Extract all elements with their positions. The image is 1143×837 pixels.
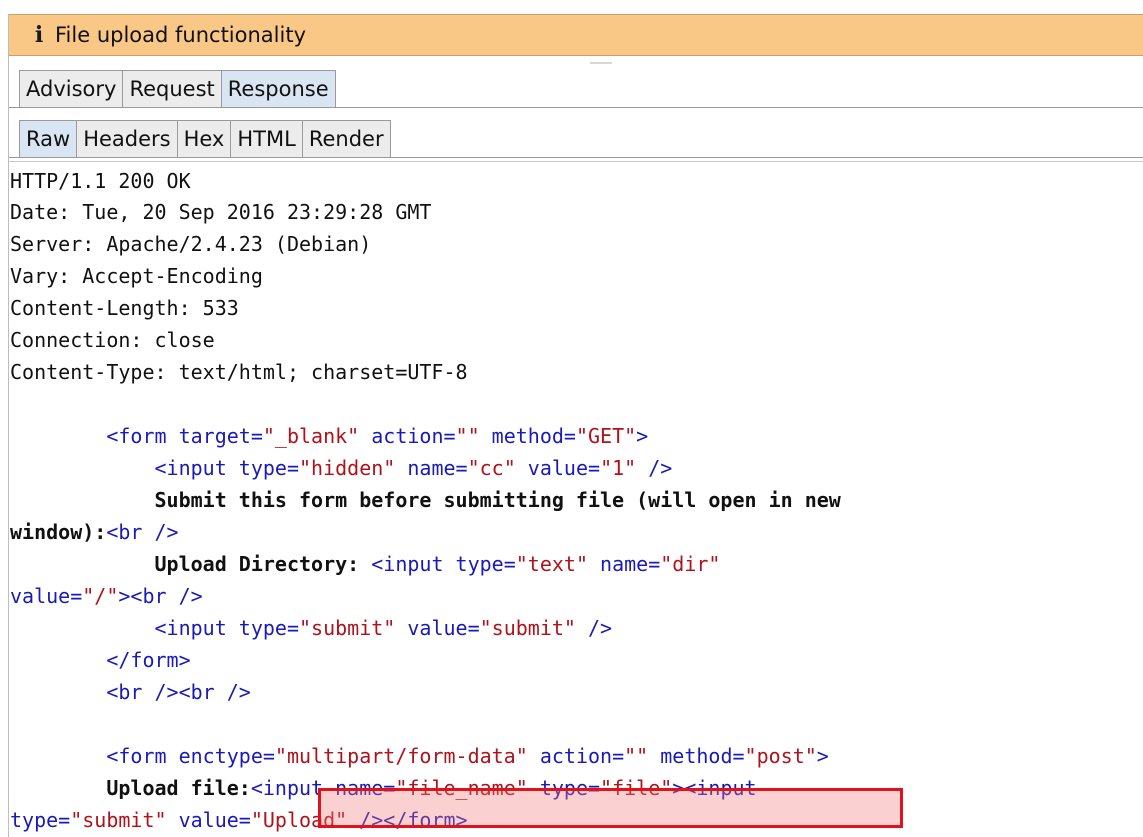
code-token: Upload file: (106, 776, 251, 800)
tab-render[interactable]: Render (301, 120, 391, 158)
code-token: window): (10, 520, 107, 544)
code-token: "/" (82, 584, 119, 608)
code-token: "submit" (479, 616, 576, 640)
top-sliver (0, 0, 1143, 8)
body-line: value="/"><br /> (10, 580, 1143, 612)
code-token: "submit" (70, 808, 167, 832)
tab-response[interactable]: Response (220, 70, 336, 108)
header-line: Content-Type: text/html; charset=UTF-8 (10, 360, 468, 384)
code-token: "1" (600, 456, 637, 480)
raw-response-text[interactable]: HTTP/1.1 200 OK Date: Tue, 20 Sep 2016 23… (10, 166, 1143, 837)
detail-tabs: Advisory Request Response (19, 70, 336, 108)
code-token: </form> (106, 648, 191, 672)
code-token: value= (395, 616, 480, 640)
view-tabs: Raw Headers Hex HTML Render (19, 120, 391, 158)
code-token: "GET" (575, 424, 637, 448)
body-line: window):<br /> (10, 516, 1143, 548)
code-token: <br /> (106, 520, 179, 544)
body-line: Submit this form before submitting file … (10, 484, 1143, 516)
code-token: name= (395, 456, 468, 480)
issue-title-bar: i File upload functionality (9, 14, 1143, 56)
tab-raw[interactable]: Raw (19, 120, 77, 158)
splitter-handle[interactable] (590, 62, 612, 64)
body-line: <form target="_blank" action="" method="… (10, 420, 1143, 452)
code-token: value= (515, 456, 601, 480)
tab-hex[interactable]: Hex (176, 120, 231, 158)
body-line (10, 388, 1143, 420)
code-token: "dir" (660, 552, 721, 576)
tab-html[interactable]: HTML (230, 120, 302, 158)
header-line: Date: Tue, 20 Sep 2016 23:29:28 GMT (10, 200, 432, 224)
code-token: <br /><br /> (106, 680, 251, 704)
header-line: Server: Apache/2.4.23 (Debian) (10, 232, 372, 256)
code-token: name= (588, 552, 661, 576)
tab-request[interactable]: Request (122, 70, 221, 108)
code-token: target= (178, 424, 263, 448)
code-token: action= (527, 744, 625, 768)
header-line: Vary: Accept-Encoding (10, 264, 263, 288)
tab-headers[interactable]: Headers (76, 120, 177, 158)
code-token: <input (154, 456, 239, 480)
code-token: type= (455, 552, 516, 576)
tab-divider (9, 157, 1143, 158)
code-token: method= (479, 424, 576, 448)
header-line: Content-Length: 533 (10, 296, 239, 320)
code-token: "" (455, 424, 480, 448)
code-token: value= (166, 808, 251, 832)
code-token: "hidden" (299, 456, 396, 480)
file-input-highlight (318, 788, 903, 828)
body-line: <input type="submit" value="submit" /> (10, 612, 1143, 644)
code-token: <form (106, 744, 179, 768)
code-token: "" (624, 744, 649, 768)
code-token: "_blank" (262, 424, 360, 448)
header-line: Connection: close (10, 328, 215, 352)
code-token: type= (238, 456, 300, 480)
code-token: <form (106, 424, 179, 448)
code-token: "text" (515, 552, 589, 576)
code-token: "cc" (467, 456, 516, 480)
tab-divider (9, 107, 1143, 108)
code-token: value= (10, 584, 83, 608)
code-token: /> (575, 616, 613, 640)
info-icon: i (34, 22, 44, 48)
code-token: ><br /> (118, 584, 203, 608)
code-token: /> (636, 456, 673, 480)
body-line: <input type="hidden" name="cc" value="1"… (10, 452, 1143, 484)
code-token: Upload Directory: (154, 552, 360, 576)
code-token: > (636, 424, 649, 448)
code-token: > (816, 744, 829, 768)
code-token: Submit this form before submitting file … (154, 488, 841, 512)
body-line: <br /><br /> (10, 676, 1143, 708)
tab-advisory[interactable]: Advisory (19, 70, 123, 108)
code-token: enctype= (178, 744, 275, 768)
issue-title: File upload functionality (55, 23, 306, 47)
code-token: <input (371, 552, 456, 576)
code-token: action= (359, 424, 456, 448)
body-line: Upload Directory: <input type="text" nam… (10, 548, 1143, 580)
body-line: <form enctype="multipart/form-data" acti… (10, 740, 1143, 772)
code-token: <input (154, 616, 239, 640)
code-token: "submit" (299, 616, 396, 640)
code-token: "post" (744, 744, 817, 768)
pane-left-border (8, 14, 9, 837)
code-token: method= (648, 744, 745, 768)
body-line: </form> (10, 644, 1143, 676)
code-token: type= (238, 616, 300, 640)
code-token: type= (10, 808, 71, 832)
body-line (10, 708, 1143, 740)
tab-divider (9, 161, 1143, 162)
header-line: HTTP/1.1 200 OK (10, 169, 191, 193)
code-token: "multipart/form-data" (274, 744, 528, 768)
